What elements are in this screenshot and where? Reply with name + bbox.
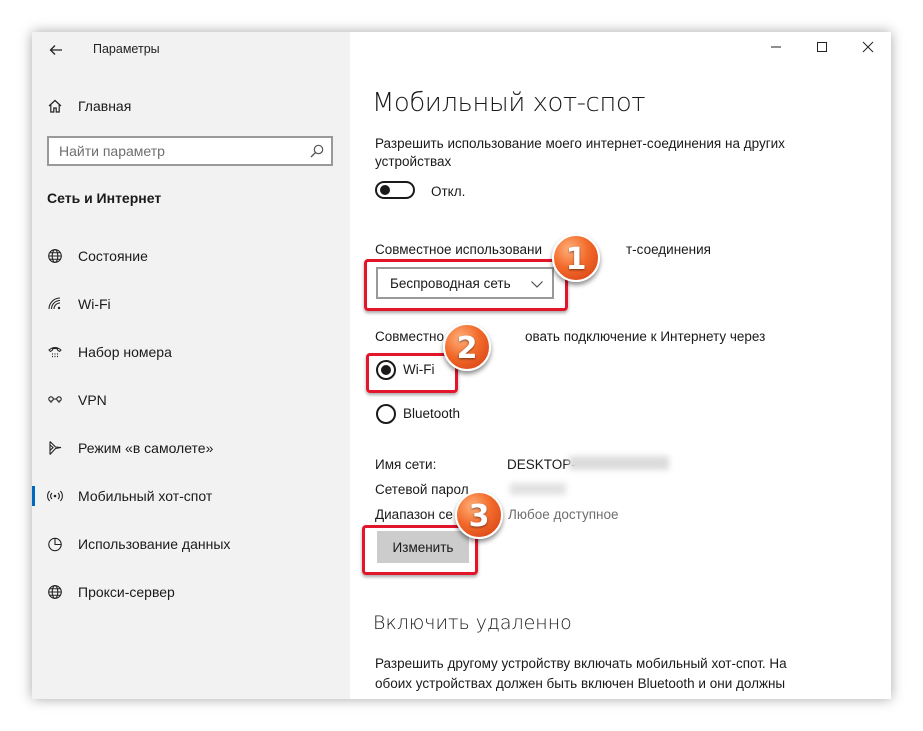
sidebar-item-label: Мобильный хот-спот [78,488,213,504]
maximize-icon [817,42,827,52]
sidebar-item-dialup[interactable]: Набор номера [32,328,350,376]
window-controls [753,32,891,62]
close-icon [862,41,874,53]
toggle-knob [380,185,390,195]
share-from-label-start: Совместное использовани [375,242,543,257]
network-name-value: DESKTOP- [507,457,576,472]
search-input[interactable] [49,138,309,164]
network-name-label: Имя сети: [375,457,437,472]
sidebar-item-label: Набор номера [78,344,172,360]
share-from-label-end: т-соединения [626,242,711,257]
minimize-button[interactable] [753,32,799,62]
vpn-icon [46,391,64,409]
sidebar-item-label: Прокси-сервер [78,584,175,600]
step-badge-2: 2 [443,323,491,371]
app-title: Параметры [93,42,160,56]
toggle-state-label: Откл. [431,184,466,199]
page-title: Мобильный хот-спот [372,88,646,118]
sidebar-item-vpn[interactable]: VPN [32,376,350,424]
remote-section-title: Включить удаленно [373,612,572,634]
radio-bluetooth[interactable] [376,404,396,424]
sidebar-item-label: VPN [78,392,107,408]
back-button[interactable] [44,38,68,62]
sidebar-item-label: Главная [78,98,132,114]
step-badge-3: 3 [455,491,503,539]
sidebar-item-data-usage[interactable]: Использование данных [32,520,350,568]
step-badge-1: 1 [552,234,600,282]
remote-description-line2: обоих устройствах должен быть включен Bl… [375,676,786,691]
wifi-icon [46,295,64,313]
globe-icon [46,247,64,265]
airplane-icon [46,439,64,457]
network-band-value: Любое доступное [508,507,619,522]
sidebar-item-label: Использование данных [78,536,231,552]
maximize-button[interactable] [799,32,845,62]
search-field[interactable] [47,136,333,166]
hotspot-icon [46,487,64,505]
network-band-label: Диапазон се [375,507,453,522]
minimize-icon [771,46,781,48]
close-button[interactable] [845,32,891,62]
network-name-redacted [569,456,669,470]
sidebar-item-home[interactable]: Главная [46,94,131,118]
radio-bluetooth-label[interactable]: Bluetooth [403,405,460,423]
sidebar-item-label: Wi-Fi [78,296,111,312]
data-usage-icon [46,535,64,553]
share-description-line2: устройствах [375,154,452,169]
sidebar-item-label: Режим «в самолете» [78,440,214,456]
sidebar-item-airplane[interactable]: Режим «в самолете» [32,424,350,472]
share-over-label-start: Совместно [375,329,444,344]
sidebar-section-title: Сеть и Интернет [47,190,162,206]
sidebar-item-mobile-hotspot[interactable]: Мобильный хот-спот [32,472,350,520]
highlight-edit-button [362,525,478,575]
highlight-wifi-radio [366,353,458,393]
sidebar-item-proxy[interactable]: Прокси-сервер [32,568,350,616]
sidebar-item-label: Состояние [78,248,148,264]
sidebar-item-status[interactable]: Состояние [32,232,350,280]
share-over-label-end: овать подключение к Интернету через [525,329,766,344]
network-password-redacted [510,483,566,495]
globe-icon [46,583,64,601]
hotspot-toggle[interactable] [375,181,415,199]
sidebar-nav: Состояние Wi-Fi Набор номера VPN Режим «… [32,232,350,616]
sidebar-item-wifi[interactable]: Wi-Fi [32,280,350,328]
highlight-dropdown [364,259,568,311]
back-arrow-icon [49,45,62,55]
share-description-line1: Разрешить использование моего интернет-с… [375,136,785,151]
remote-description-line1: Разрешить другому устройству включать мо… [375,656,787,671]
network-password-label: Сетевой парол [375,482,469,497]
dialup-icon [46,343,64,361]
sidebar: Параметры Главная Сеть и Интернет Состоя… [32,32,350,699]
search-icon[interactable] [309,143,325,159]
home-icon [46,97,64,115]
